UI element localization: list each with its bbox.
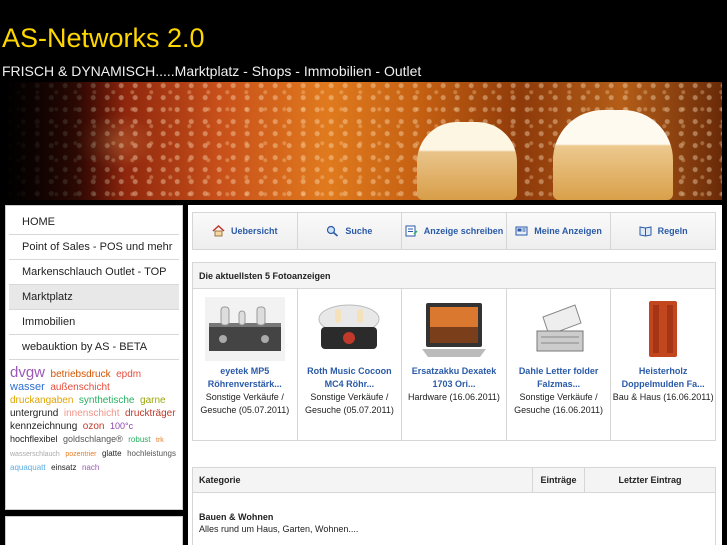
tag-link[interactable]: innenschicht — [64, 408, 120, 419]
beer-mug-image — [553, 110, 673, 200]
photo-ad-title[interactable]: Heisterholz Doppelmulden Fa... — [611, 365, 715, 391]
photo-ad-item[interactable]: Dahle Letter folder Falzmas... Sonstige … — [507, 289, 612, 440]
header-banner — [5, 82, 722, 200]
menu-anzeige-schreiben-button[interactable]: Anzeige schreiben — [402, 213, 507, 249]
menu-label: Regeln — [657, 225, 688, 236]
letter-folder-machine-image[interactable] — [518, 297, 599, 361]
photo-ad-title[interactable]: Ersatzakku Dexatek 1703 Ori... — [402, 365, 506, 391]
photo-ads-heading: Die aktuellsten 5 Fotoanzeigen — [192, 262, 716, 288]
tag-link[interactable]: druckangaben — [10, 395, 73, 406]
photo-ads-list: eyetek MP5 Röhrenverstärk... Sonstige Ve… — [192, 288, 716, 441]
home-icon — [212, 224, 225, 237]
category-table-header: Kategorie Einträge Letzter Eintrag — [193, 468, 715, 493]
sidebar-item-marktplatz[interactable]: Marktplatz — [9, 285, 179, 310]
site-title[interactable]: AS-Networks 2.0 — [2, 24, 205, 52]
tag-link[interactable]: synthetische — [79, 395, 135, 406]
photo-ad-title[interactable]: Roth Music Cocoon MC4 Röhr... — [298, 365, 402, 391]
menu-label: Anzeige schreiben — [423, 225, 504, 236]
menu-label: Meine Anzeigen — [534, 225, 602, 236]
tag-link[interactable]: außenschicht — [50, 382, 109, 393]
tag-link[interactable]: wasserschlauch — [10, 451, 60, 458]
category-row[interactable]: Bauen & Wohnen Alles rund um Haus, Garte… — [193, 493, 715, 535]
beer-mug-image — [417, 122, 517, 200]
sidebar-item-point-of-sales[interactable]: Point of Sales - POS und mehr — [9, 235, 179, 260]
tag-link[interactable]: pozentrier — [65, 451, 96, 458]
photo-ad-item[interactable]: Heisterholz Doppelmulden Fa... Bau & Hau… — [611, 289, 715, 440]
sidebar-secondary-box — [5, 516, 183, 545]
photo-ad-title[interactable]: Dahle Letter folder Falzmas... — [507, 365, 611, 391]
sidebar-item-immobilien[interactable]: Immobilien — [9, 310, 179, 335]
tag-cloud: dvgw betriebsdruck epdm wasser außenschi… — [6, 360, 182, 474]
my-ads-icon — [515, 225, 528, 237]
category-table: Kategorie Einträge Letzter Eintrag Bauen… — [192, 467, 716, 545]
column-header-last-entry: Letzter Eintrag — [618, 475, 682, 485]
menu-uebersicht-button[interactable]: Uebersicht — [193, 213, 298, 249]
tag-link[interactable]: druckträger — [125, 408, 176, 419]
tag-link[interactable]: ozon — [83, 421, 105, 432]
menu-label: Suche — [345, 225, 373, 236]
category-description: Alles rund um Haus, Garten, Wohnen.... — [199, 524, 359, 534]
tag-link[interactable]: garne — [140, 395, 166, 406]
menu-suche-button[interactable]: Suche — [297, 213, 403, 249]
tag-link[interactable]: hochflexibel — [10, 434, 58, 444]
category-name-link[interactable]: Bauen & Wohnen — [199, 511, 715, 523]
tag-link[interactable]: epdm — [116, 369, 141, 380]
column-header-category: Kategorie — [193, 468, 533, 492]
tag-link[interactable]: aquaquatt — [10, 463, 46, 472]
main-content: Uebersicht Suche Anzeige schreiben Meine… — [188, 205, 722, 545]
photo-ad-title[interactable]: eyetek MP5 Röhrenverstärk... — [193, 365, 297, 391]
search-icon — [326, 225, 339, 237]
tag-link[interactable]: dvgw — [10, 364, 45, 381]
sidebar-item-webauktion[interactable]: webauktion by AS - BETA — [9, 335, 179, 360]
tag-link[interactable]: robust — [128, 435, 150, 444]
tag-link[interactable]: kennzeichnung — [10, 421, 77, 432]
photo-ad-item[interactable]: Ersatzakku Dexatek 1703 Ori... Hardware … — [402, 289, 507, 440]
photo-ad-meta: Hardware (16.06.2011) — [408, 392, 500, 402]
photo-ad-item[interactable]: Roth Music Cocoon MC4 Röhr... Sonstige V… — [298, 289, 403, 440]
sidebar-nav: HOME Point of Sales - POS und mehr Marke… — [6, 206, 182, 360]
menu-meine-anzeigen-button[interactable]: Meine Anzeigen — [506, 213, 612, 249]
tag-link[interactable]: trk — [156, 437, 164, 444]
portable-dvd-player-image[interactable] — [413, 297, 494, 361]
photo-ad-meta: Sonstige Verkäufe / Gesuche (16.06.2011) — [514, 392, 604, 415]
book-icon — [639, 225, 652, 237]
banner-shadow — [5, 82, 125, 200]
menu-label: Uebersicht — [231, 225, 278, 236]
photo-ad-meta: Sonstige Verkäufe / Gesuche (05.07.2011) — [200, 392, 290, 415]
tag-link[interactable]: glatte — [102, 449, 122, 458]
sidebar: HOME Point of Sales - POS und mehr Marke… — [5, 205, 183, 510]
tube-amplifier-image[interactable] — [204, 297, 285, 361]
cocoon-amplifier-image[interactable] — [309, 297, 390, 361]
column-header-entries: Einträge — [533, 468, 585, 492]
tag-link[interactable]: hochleistungs — [127, 449, 176, 458]
photo-ad-meta: Sonstige Verkäufe / Gesuche (05.07.2011) — [304, 392, 394, 415]
site-subtitle: FRISCH & DYNAMISCH.....Marktplatz - Shop… — [2, 63, 422, 79]
sidebar-item-markenschlauch-outlet[interactable]: Markenschlauch Outlet - TOP — [9, 260, 179, 285]
photo-ad-meta: Bau & Haus (16.06.2011) — [612, 392, 714, 402]
sidebar-item-home[interactable]: HOME — [9, 210, 179, 235]
roof-tile-image[interactable] — [623, 297, 704, 361]
tag-link[interactable]: 100°c — [110, 421, 133, 431]
menu-regeln-button[interactable]: Regeln — [611, 213, 715, 249]
tag-link[interactable]: nach — [82, 463, 99, 472]
write-ad-icon — [405, 225, 418, 237]
tag-link[interactable]: einsatz — [51, 463, 76, 472]
tag-link[interactable]: wasser — [10, 381, 45, 393]
photo-ad-item[interactable]: eyetek MP5 Röhrenverstärk... Sonstige Ve… — [193, 289, 298, 440]
tag-link[interactable]: untergrund — [10, 408, 58, 419]
tag-link[interactable]: betriebsdruck — [51, 369, 111, 380]
tag-link[interactable]: goldschlange® — [63, 434, 123, 444]
marketplace-menu: Uebersicht Suche Anzeige schreiben Meine… — [192, 212, 716, 250]
